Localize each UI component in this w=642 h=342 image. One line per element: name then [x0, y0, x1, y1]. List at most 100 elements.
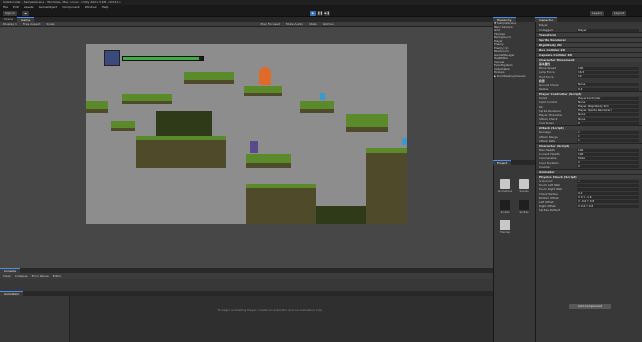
property-field[interactable]: 100 — [577, 148, 639, 152]
hierarchy-row[interactable]: ▶ DontDestroyOnLoad — [494, 75, 535, 79]
property-field[interactable]: 1 — [577, 135, 639, 139]
game-canvas[interactable] — [86, 44, 407, 224]
hierarchy-panel: ▼ SampleScene Main Camera Grid Tilemap B… — [493, 22, 535, 160]
step-button[interactable]: ▶❚ — [324, 11, 330, 16]
background-bush — [156, 111, 212, 137]
asset-folder[interactable]: Sprites — [516, 200, 532, 214]
layout-dropdown[interactable]: Layout — [612, 11, 627, 16]
asset-label: Scripts — [500, 211, 510, 214]
play-button[interactable]: ▶ — [310, 11, 316, 16]
asset-folder[interactable]: Animations — [497, 179, 513, 193]
property-field[interactable]: 2 — [577, 161, 639, 165]
cloud-icon[interactable]: ☁ — [22, 11, 29, 16]
console-log[interactable] — [0, 279, 493, 291]
main-toolbar: Sign in ☁ ▶ ❚❚ ▶❚ Layers Layout — [0, 10, 642, 17]
check-props: Ground Check None Radius 0.2 — [536, 83, 642, 91]
gizmos-toggle[interactable]: Gizmos — [323, 22, 334, 26]
asset-label: Tilemap — [499, 231, 511, 234]
property-field[interactable] — [577, 183, 639, 187]
pause-button[interactable]: ❚❚ — [317, 11, 323, 16]
property-field[interactable]: 100 — [577, 66, 639, 70]
property-row: Radius 0.2 — [536, 87, 642, 91]
folder-icon — [519, 179, 529, 189]
property-field[interactable]: None — [577, 100, 639, 104]
asset-label: Animations — [497, 190, 513, 193]
player-portrait — [104, 50, 120, 66]
asset-folder[interactable]: Scripts — [497, 200, 513, 214]
property-row: Cool Down 0 — [536, 121, 642, 125]
bee-enemy — [320, 93, 325, 100]
property-field[interactable]: 16.5 — [577, 70, 639, 74]
scale-slider[interactable]: Scale — [46, 22, 54, 26]
character-props: Max Health 100 Current Health 100 Invulnerab… — [536, 148, 642, 169]
property-field[interactable]: 0.2 — [577, 87, 639, 91]
platform — [136, 136, 226, 168]
property-field[interactable]: 1 — [577, 139, 639, 143]
basic-props: Move Speed 100 Jump Force 16.5 Hurt Force 10 — [536, 66, 642, 79]
platform — [184, 72, 234, 84]
material-row: Sprites-Default — [536, 208, 642, 212]
player-character — [250, 141, 258, 153]
project-panel: Animations Scenes Scripts Sprites Tilema… — [493, 165, 535, 342]
controller-props: Script PlayerController Input Control None R… — [536, 96, 642, 125]
property-field[interactable]: PlayerController — [577, 96, 639, 100]
layers-dropdown[interactable]: Layers — [590, 11, 604, 16]
property-field[interactable]: 0 — [577, 121, 639, 125]
asset-folder[interactable]: Scenes — [516, 179, 532, 193]
scene-icon — [500, 220, 510, 230]
property-field[interactable]: None — [577, 83, 639, 87]
property-field[interactable]: 0.2 — [577, 192, 639, 196]
property-field[interactable]: None — [577, 117, 639, 121]
asset-label: Sprites — [519, 211, 529, 214]
prefab-icon — [519, 200, 529, 210]
platform — [300, 101, 334, 113]
animation-message: To begin animating Player, create an Ani… — [217, 308, 323, 312]
asset-folder[interactable]: Tilemap — [497, 220, 513, 234]
layer-dropdown[interactable]: Player — [577, 28, 639, 32]
property-field[interactable]: Player (Rigidbody 2D) — [577, 105, 639, 109]
property-field[interactable]: X 0.6 Y 0.8 — [577, 204, 639, 208]
property-field[interactable]: ✓ — [577, 179, 639, 183]
attack-props: Damage 1 Attack Range 1 Attack Rate 1 — [536, 130, 642, 143]
stats-toggle[interactable]: Stats — [309, 22, 317, 26]
health-bar-fill — [123, 57, 199, 60]
tag-dropdown[interactable]: Untagged — [539, 28, 577, 32]
property-field[interactable]: 100 — [577, 152, 639, 156]
property-field[interactable]: X -0.6 Y 0.8 — [577, 200, 639, 204]
property-field[interactable] — [577, 187, 639, 191]
component-list: Transform Sprite Renderer Rigidbody 2D Box … — [536, 32, 642, 63]
platform — [346, 114, 388, 132]
animation-timeline[interactable] — [0, 296, 493, 342]
property-field[interactable]: X 0 Y -1.6 — [577, 196, 639, 200]
property-field[interactable]: 10 — [577, 75, 639, 79]
add-component-button[interactable]: Add Component — [569, 304, 611, 309]
property-field[interactable]: 1 — [577, 131, 639, 135]
mushroom-enemy — [259, 67, 271, 85]
platform — [366, 148, 407, 224]
platform — [246, 154, 291, 168]
asset-label: Scenes — [519, 190, 529, 193]
property-field[interactable]: 0 — [577, 165, 639, 169]
aspect-dropdown[interactable]: Free Aspect — [23, 22, 41, 26]
animation-properties — [0, 296, 70, 342]
property-field[interactable]: False — [577, 156, 639, 160]
property-label: Counter — [539, 164, 551, 169]
health-bar — [122, 56, 204, 61]
background-bush — [316, 206, 366, 224]
folder-icon — [500, 179, 510, 189]
property-label: Radius — [539, 86, 549, 91]
platform — [111, 121, 135, 131]
platform — [122, 94, 172, 104]
bee-enemy — [402, 138, 407, 145]
mute-toggle[interactable]: Mute Audio — [286, 22, 303, 26]
platform — [246, 184, 316, 224]
platform — [86, 101, 108, 113]
display-dropdown[interactable]: Display 1 — [3, 22, 17, 26]
account-button[interactable]: Sign in — [3, 11, 18, 16]
property-field[interactable]: Player (Sprite Renderer) — [577, 109, 639, 113]
material-label[interactable]: Sprites-Default — [539, 208, 577, 212]
property-label: Attack Rate — [539, 138, 556, 143]
play-mode-dropdown[interactable]: Play Focused — [261, 22, 281, 26]
tag-layer-row: Untagged Player — [536, 28, 642, 32]
property-field[interactable]: None — [577, 113, 639, 117]
